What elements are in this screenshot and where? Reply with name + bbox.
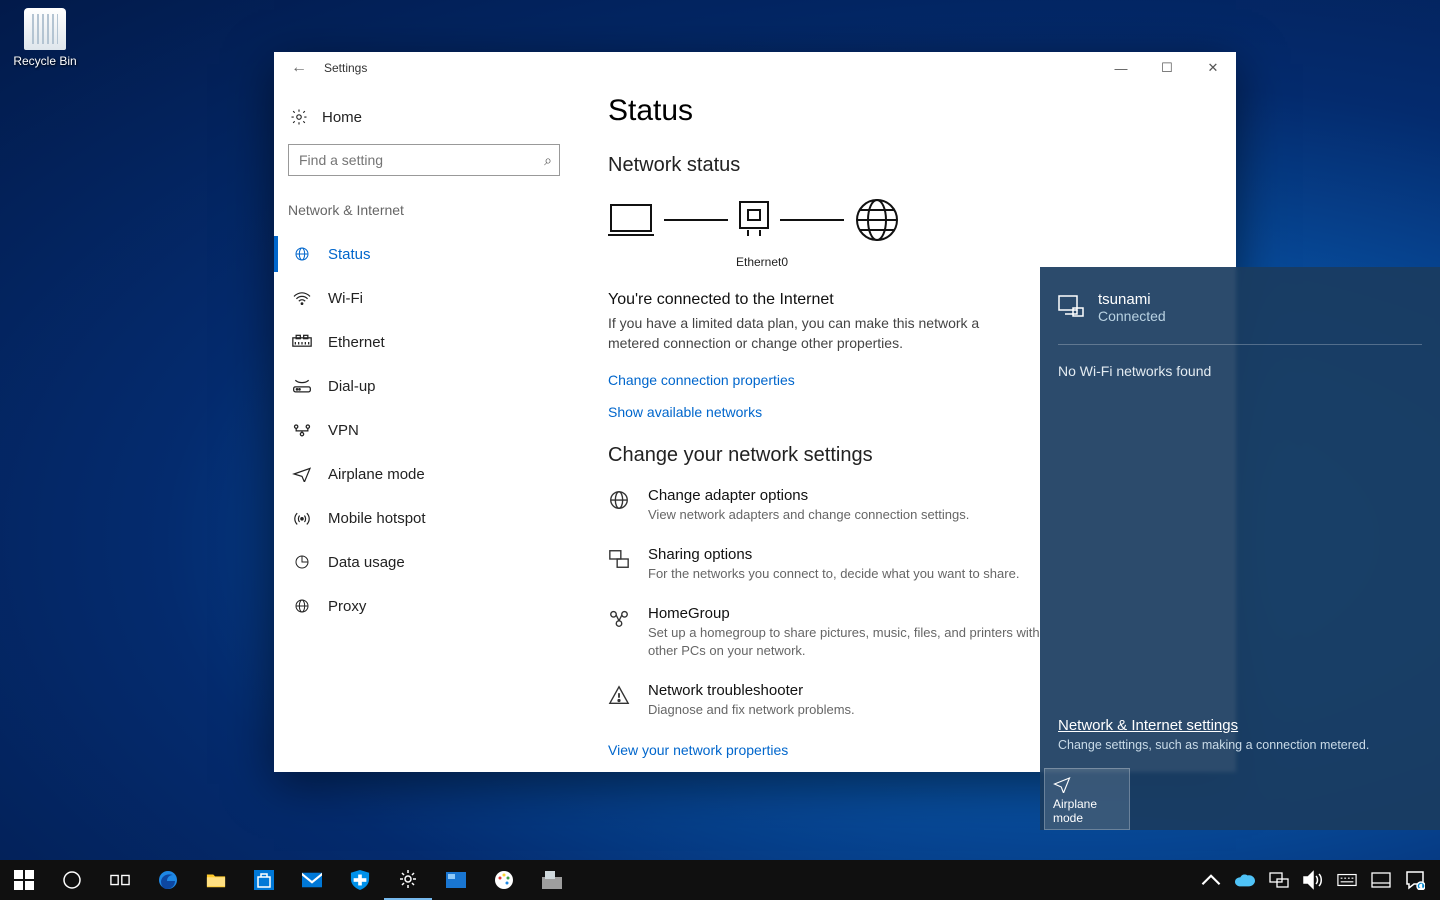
recycle-bin-icon	[24, 8, 66, 50]
sidebar: Home ⌕ Network & Internet Status Wi-Fi E…	[274, 84, 574, 772]
page-heading: Status	[608, 94, 1216, 128]
store-button[interactable]	[240, 860, 288, 900]
hotspot-icon	[292, 510, 312, 526]
home-button[interactable]: Home	[288, 102, 560, 144]
flyout-settings-link[interactable]: Network & Internet settings Change setti…	[1040, 717, 1440, 768]
category-label: Network & Internet	[288, 202, 560, 218]
recycle-bin-label: Recycle Bin	[13, 54, 76, 68]
tray-volume-icon[interactable]	[1296, 860, 1330, 900]
nav-vpn[interactable]: VPN	[288, 408, 560, 452]
search-box: ⌕	[288, 144, 560, 176]
taskbar: 1	[0, 860, 1440, 900]
tray-network-icon[interactable]	[1262, 860, 1296, 900]
defender-button[interactable]	[336, 860, 384, 900]
network-flyout: tsunami Connected No Wi-Fi networks foun…	[1040, 267, 1440, 830]
tray-keyboard-icon[interactable]	[1330, 860, 1364, 900]
option-homegroup[interactable]: HomeGroup Set up a homegroup to share pi…	[608, 605, 1068, 660]
window-title: Settings	[324, 61, 367, 75]
task-view-button[interactable]	[96, 860, 144, 900]
globe-large-icon	[854, 197, 900, 243]
section-network-status: Network status	[608, 154, 1216, 177]
homegroup-icon	[608, 607, 630, 629]
nav-datausage[interactable]: Data usage	[288, 540, 560, 584]
nav-hotspot[interactable]: Mobile hotspot	[288, 496, 560, 540]
cortana-button[interactable]	[48, 860, 96, 900]
nav-wifi[interactable]: Wi-Fi	[288, 276, 560, 320]
nav-dialup[interactable]: Dial-up	[288, 364, 560, 408]
wifi-icon	[292, 290, 312, 306]
app-1-button[interactable]	[432, 860, 480, 900]
minimize-button[interactable]: —	[1098, 61, 1144, 76]
no-wifi-label: No Wi-Fi networks found	[1040, 363, 1440, 379]
search-icon: ⌕	[544, 152, 552, 169]
gear-icon	[290, 108, 308, 126]
search-input[interactable]	[288, 144, 560, 176]
option-sharing[interactable]: Sharing options For the networks you con…	[608, 546, 1068, 583]
adapter-options-icon	[608, 489, 630, 511]
nav-ethernet[interactable]: Ethernet	[288, 320, 560, 364]
airplane-icon	[292, 466, 312, 482]
flyout-divider	[1058, 344, 1422, 345]
network-connection-item[interactable]: tsunami Connected	[1040, 281, 1440, 340]
proxy-icon	[292, 598, 312, 614]
maximize-button[interactable]: ☐	[1144, 60, 1190, 76]
option-troubleshooter[interactable]: Network troubleshooter Diagnose and fix …	[608, 682, 1068, 719]
adapter-icon	[738, 200, 770, 240]
show-desktop-button[interactable]	[1432, 860, 1440, 900]
app-2-button[interactable]	[528, 860, 576, 900]
recycle-bin[interactable]: Recycle Bin	[10, 8, 80, 68]
tray-expand-button[interactable]	[1194, 860, 1228, 900]
tray-input-icon[interactable]	[1364, 860, 1398, 900]
network-state: Connected	[1098, 308, 1166, 324]
close-button[interactable]: ✕	[1190, 60, 1236, 76]
troubleshooter-icon	[608, 684, 630, 706]
dialup-icon	[292, 378, 312, 394]
data-usage-icon	[292, 554, 312, 570]
nav-status[interactable]: Status	[288, 232, 560, 276]
action-center-button[interactable]: 1	[1398, 860, 1432, 900]
nav-proxy[interactable]: Proxy	[288, 584, 560, 628]
option-adapter[interactable]: Change adapter options View network adap…	[608, 487, 1068, 524]
computer-icon	[608, 202, 654, 238]
airplane-mode-toggle[interactable]: Airplane mode	[1044, 768, 1130, 830]
edge-button[interactable]	[144, 860, 192, 900]
vpn-icon	[292, 422, 312, 438]
tray-onedrive-icon[interactable]	[1228, 860, 1262, 900]
back-button[interactable]: ←	[274, 59, 324, 77]
explorer-button[interactable]	[192, 860, 240, 900]
mail-button[interactable]	[288, 860, 336, 900]
sharing-icon	[608, 548, 630, 570]
paint-button[interactable]	[480, 860, 528, 900]
network-diagram	[608, 197, 1216, 243]
link-view-properties[interactable]: View your network properties	[608, 742, 788, 758]
airplane-icon	[1053, 775, 1071, 793]
home-label: Home	[322, 109, 362, 126]
ethernet-icon	[292, 334, 312, 350]
connected-desc: If you have a limited data plan, you can…	[608, 313, 1028, 354]
globe-icon	[292, 246, 312, 262]
network-name: tsunami	[1098, 291, 1166, 308]
settings-taskbar-button[interactable]	[384, 860, 432, 900]
ethernet-connected-icon	[1058, 295, 1084, 317]
nav-airplane[interactable]: Airplane mode	[288, 452, 560, 496]
start-button[interactable]	[0, 860, 48, 900]
titlebar: ← Settings — ☐ ✕	[274, 52, 1236, 84]
